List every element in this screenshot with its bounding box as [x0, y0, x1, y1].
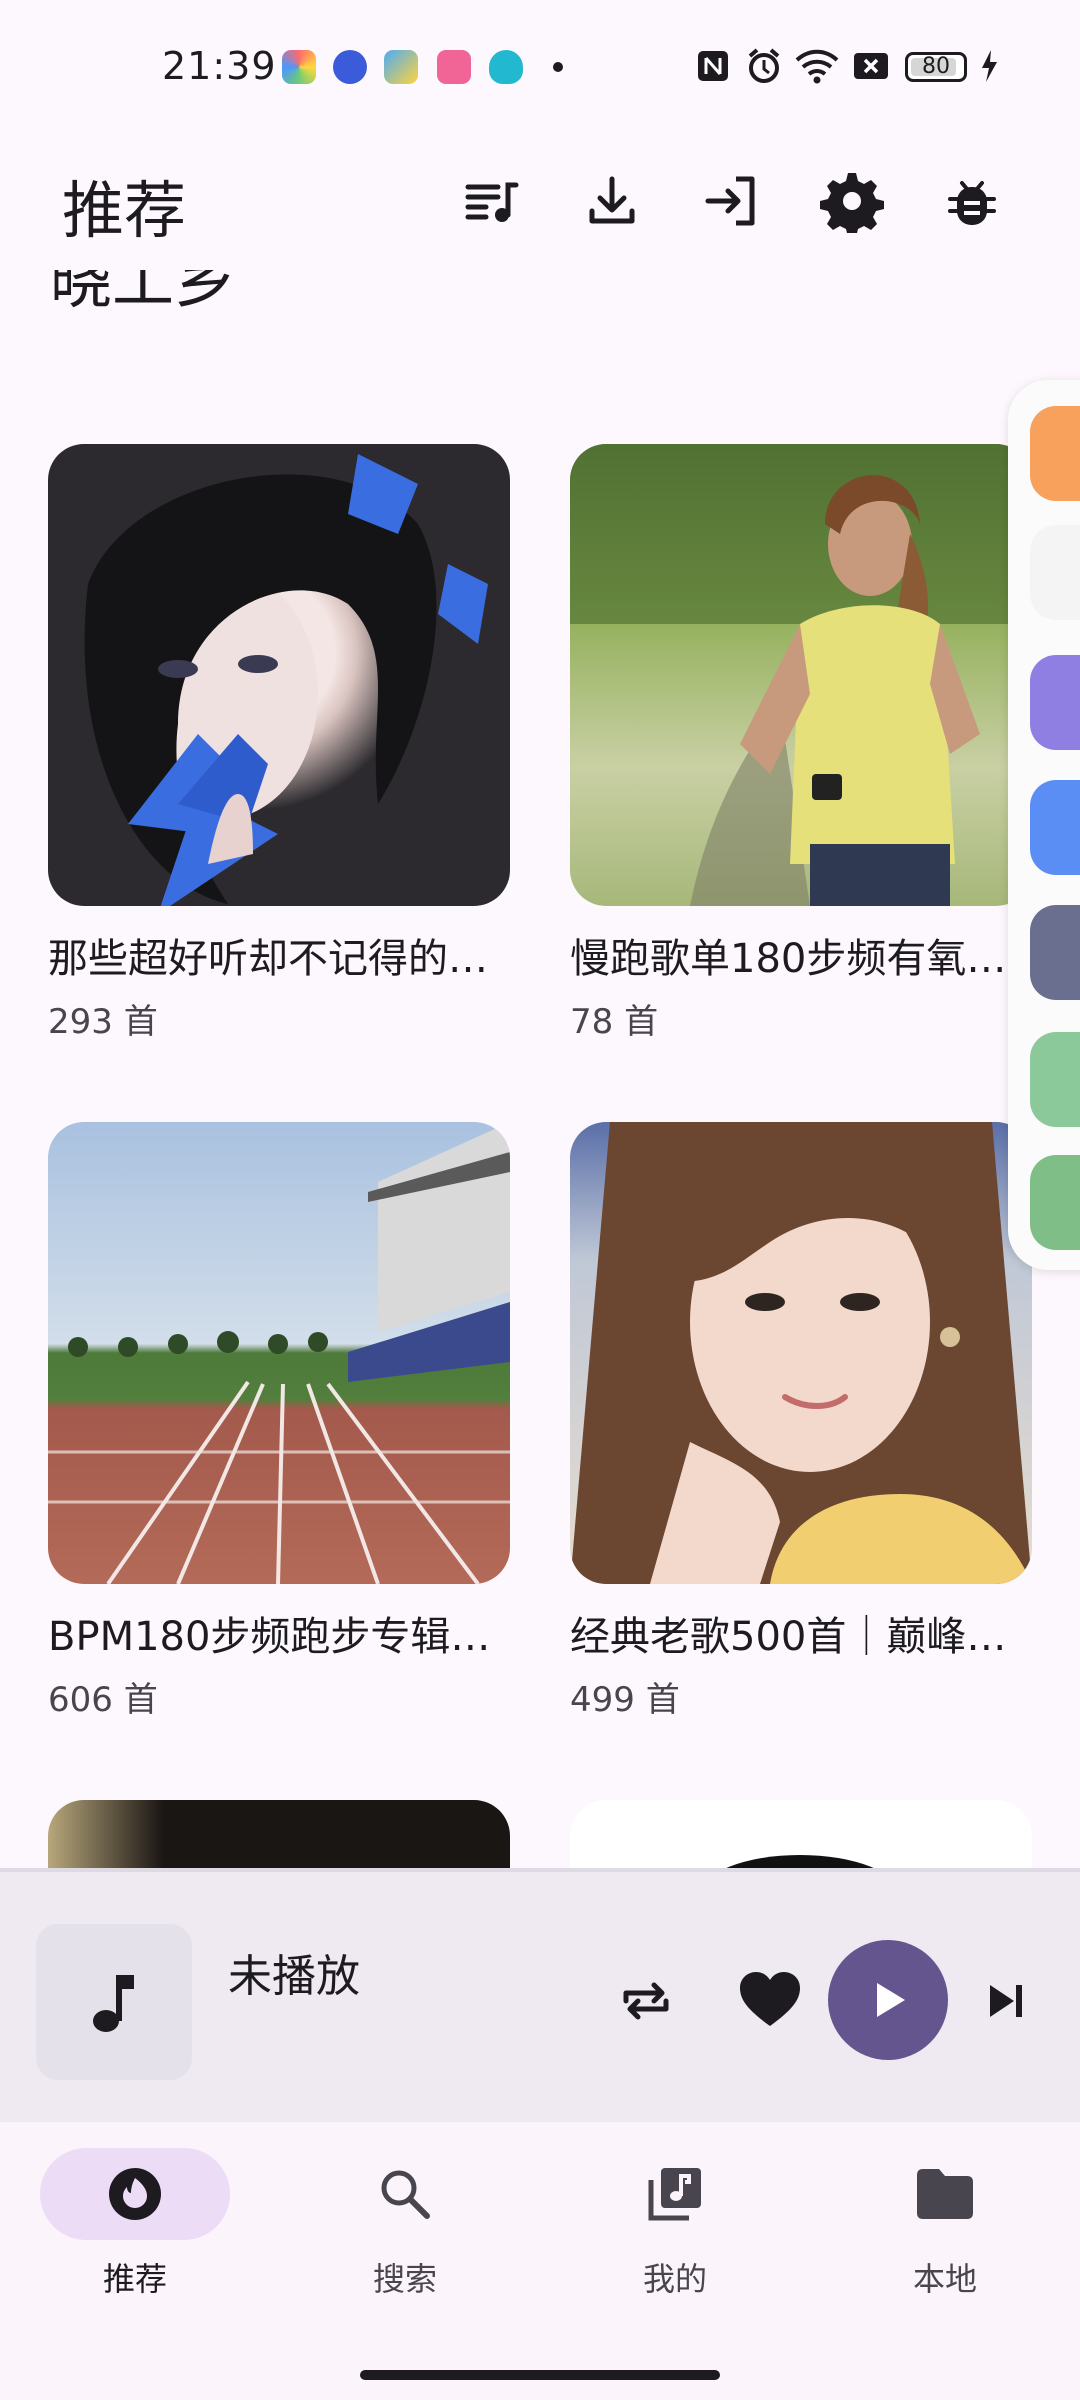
alarm-icon: [748, 48, 780, 83]
debug-button[interactable]: [936, 165, 1008, 237]
playlist-title: 那些超好听却不记得的…: [48, 936, 488, 982]
now-playing-status: 未播放: [228, 1951, 360, 2002]
dock-app-icon[interactable]: [1030, 1032, 1080, 1127]
playlist-song-count: 606 首: [48, 1680, 158, 1720]
playlist-cover: [570, 1122, 1032, 1584]
download-button[interactable]: [576, 165, 648, 237]
nfc-icon: [698, 51, 728, 81]
playlist-title: 慢跑歌单180步频有氧…: [570, 936, 1007, 982]
playlist-song-count: 293 首: [48, 1002, 158, 1042]
playlist-song-count: 78 首: [570, 1002, 659, 1042]
no-sim-icon: [854, 53, 888, 79]
music-note-icon: [93, 1975, 134, 2032]
dock-app-icon[interactable]: [1030, 1155, 1080, 1250]
playlist-card[interactable]: 经典老歌500首｜巅峰… 499 首: [570, 1122, 1040, 1721]
nav-label: 搜索: [372, 2260, 437, 2298]
more-notifications-dot: [553, 62, 563, 72]
status-time: 21:39: [162, 44, 277, 88]
playlist-icon: [465, 182, 519, 222]
nav-item-mine[interactable]: 我的: [560, 2148, 790, 2300]
play-button[interactable]: [828, 1940, 948, 2060]
wifi-icon: [795, 49, 839, 84]
playlist-title: 经典老歌500首｜巅峰…: [570, 1614, 1007, 1660]
playlist-button[interactable]: [456, 165, 528, 237]
login-button[interactable]: [696, 165, 768, 237]
charging-icon: [982, 50, 997, 82]
skip-next-icon: [990, 1985, 1022, 2017]
next-button[interactable]: [970, 1965, 1042, 2037]
nav-label: 推荐: [102, 2260, 167, 2298]
dock-app-icon[interactable]: [1030, 525, 1080, 620]
page-title: 推荐: [62, 174, 187, 247]
heart-icon: [740, 1972, 800, 2026]
folder-icon: [917, 2169, 973, 2219]
nav-item-recommend[interactable]: 推荐: [20, 2148, 250, 2300]
dock-app-icon[interactable]: [1030, 780, 1080, 875]
qq-notification-icon: [489, 50, 523, 84]
library-icon: [648, 2168, 701, 2221]
bug-icon: [948, 181, 996, 225]
home-indicator[interactable]: [360, 2370, 720, 2380]
tieba-notification-icon: [333, 50, 367, 84]
playlist-card[interactable]: 慢跑歌单180步频有氧… 78 首: [570, 444, 1040, 1043]
favorite-button[interactable]: [730, 1960, 810, 2040]
settings-button[interactable]: [816, 165, 888, 237]
floating-app-dock[interactable]: [1008, 380, 1080, 1270]
playlist-cover: [48, 444, 510, 906]
login-icon: [705, 176, 755, 226]
playlist-card[interactable]: BPM180步频跑步专辑… 606 首: [48, 1122, 518, 1721]
app-notification-icon: [282, 50, 316, 84]
status-bar: 21:39 80: [0, 0, 1080, 135]
battery-indicator: 80: [905, 52, 967, 82]
nav-item-search[interactable]: 搜索: [290, 2148, 520, 2300]
dock-app-icon[interactable]: [1030, 655, 1080, 750]
nav-active-indicator: [40, 2148, 230, 2240]
playlist-cover: [48, 1122, 510, 1584]
playlist-card[interactable]: 那些超好听却不记得的… 293 首: [48, 444, 518, 1043]
section-heading-partial: 晓工乡: [50, 270, 237, 317]
nav-label: 本地: [912, 2260, 977, 2298]
dock-app-icon[interactable]: [1030, 905, 1080, 1000]
dock-app-icon[interactable]: [1030, 406, 1080, 501]
download-icon: [589, 176, 635, 224]
bilibili-notification-icon: [437, 50, 471, 84]
repeat-button[interactable]: [610, 1965, 682, 2037]
recommend-icon: [109, 2168, 161, 2220]
play-icon: [877, 1983, 905, 2017]
gear-icon: [820, 173, 884, 233]
playlist-title: BPM180步频跑步专辑…: [48, 1614, 491, 1660]
search-icon: [381, 2170, 430, 2219]
nav-label: 我的: [642, 2260, 707, 2298]
playlist-cover: [570, 444, 1032, 906]
nav-item-local[interactable]: 本地: [830, 2148, 1060, 2300]
repeat-icon: [623, 1982, 669, 2020]
playlist-song-count: 499 首: [570, 1680, 680, 1720]
now-playing-thumbnail[interactable]: [36, 1924, 192, 2080]
playlist-card-partial[interactable]: [570, 1800, 1032, 1872]
weather-notification-icon: [384, 50, 418, 84]
playlist-card-partial[interactable]: [48, 1800, 510, 1872]
